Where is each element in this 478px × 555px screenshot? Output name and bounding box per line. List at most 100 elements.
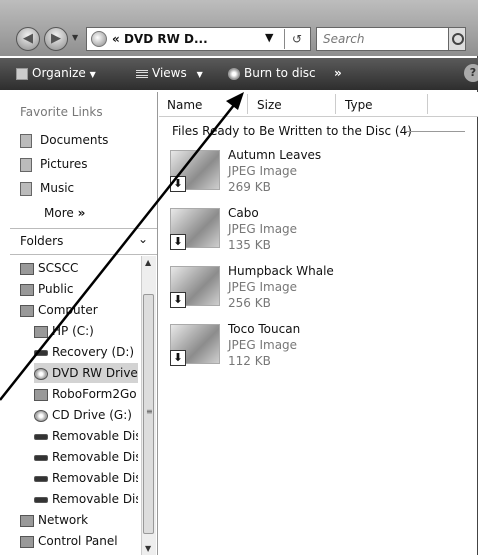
help-button[interactable]: ? [464, 64, 478, 82]
tree-item-cd-drive-g[interactable]: CD Drive (G:) [34, 405, 132, 425]
organize-label: Organize [32, 66, 86, 80]
tree-label: SCSCC [38, 261, 79, 275]
chevron-down-icon[interactable]: ⌄ [138, 232, 148, 246]
favorite-music[interactable]: Music [20, 178, 74, 198]
tree-item-removable-disk-2[interactable]: Removable Disk [34, 447, 138, 467]
column-separator[interactable] [335, 94, 336, 114]
search-icon[interactable] [448, 27, 466, 51]
tree-item-roboform[interactable]: RoboForm2Go [34, 384, 138, 404]
favorite-pictures[interactable]: Pictures [20, 154, 88, 174]
tree-item-recovery-d[interactable]: Recovery (D:) [34, 342, 134, 362]
tree-item-removable-disk-4[interactable]: Removable Disk [34, 489, 138, 509]
tree-item-removable-disk-3[interactable]: Removable Disk [34, 468, 138, 488]
chevron-down-icon: ▼ [196, 70, 203, 79]
pane-divider [10, 254, 157, 255]
file-size: 269 KB [228, 180, 271, 194]
burn-label: Burn to disc [244, 66, 316, 80]
search-placeholder: Search [323, 32, 365, 46]
tree-label: Computer [38, 303, 98, 317]
column-name[interactable]: Name [167, 98, 202, 112]
views-button[interactable]: Views ▼ [136, 66, 203, 80]
favorite-label: Documents [40, 133, 109, 147]
dvd-drive-icon [34, 367, 48, 380]
file-name: Cabo [228, 206, 259, 220]
forward-arrow-icon: ▶ [51, 31, 61, 46]
recent-pages-chevron-icon[interactable]: ▼ [72, 33, 78, 42]
command-toolbar: Organize ▼ Views ▼ Burn to disc » ? [0, 58, 478, 90]
usb-drive-icon [34, 388, 48, 401]
pending-burn-icon: ⬇ [170, 234, 186, 250]
column-separator[interactable] [247, 94, 248, 114]
tree-item-scscc[interactable]: SCSCC [20, 258, 78, 278]
forward-button[interactable]: ▶ [44, 27, 68, 51]
address-dropdown-icon[interactable]: ▼ [265, 31, 273, 44]
views-label: Views [152, 66, 187, 80]
tree-label: Network [38, 513, 89, 527]
file-name: Toco Toucan [228, 322, 301, 336]
file-type: JPEG Image [228, 280, 298, 294]
favorite-documents[interactable]: Documents [20, 130, 108, 150]
scrollbar-thumb[interactable]: ≡ [143, 294, 154, 534]
removable-drive-icon [34, 454, 48, 461]
control-panel-icon [20, 535, 34, 548]
folders-scrollbar[interactable]: ▲ ≡ ▼ [141, 256, 156, 555]
organize-icon [16, 67, 28, 80]
navigation-pane: Favorite Links Documents Pictures Music … [0, 92, 158, 555]
tree-item-hp-c[interactable]: HP (C:) [34, 321, 94, 341]
tree-label: Removable Disk [52, 450, 138, 464]
tree-label: CD Drive (G:) [52, 408, 132, 422]
refresh-icon[interactable]: ↺ [284, 29, 309, 49]
tree-item-public[interactable]: Public [20, 279, 74, 299]
tree-label: Public [38, 282, 74, 296]
document-icon [20, 133, 32, 148]
removable-drive-icon [34, 496, 48, 503]
group-header[interactable]: Files Ready to Be Written to the Disc (4… [172, 124, 412, 138]
pending-burn-icon: ⬇ [170, 292, 186, 308]
computer-icon [20, 304, 34, 317]
file-name: Autumn Leaves [228, 148, 322, 162]
hard-drive-icon [34, 325, 48, 338]
burn-to-disc-button[interactable]: Burn to disc [228, 66, 316, 80]
column-separator[interactable] [427, 94, 428, 114]
organize-button[interactable]: Organize ▼ [16, 66, 96, 80]
file-size: 256 KB [228, 296, 271, 310]
address-path-text[interactable]: DVD RW D... [124, 32, 208, 46]
address-path: « DVD RW D... [112, 32, 208, 46]
tree-item-control-panel[interactable]: Control Panel [20, 531, 118, 551]
folders-header[interactable]: Folders [20, 234, 63, 248]
file-size: 112 KB [228, 354, 271, 368]
file-item-autumn-leaves[interactable]: ⬇ Autumn Leaves JPEG Image 269 KB [170, 148, 470, 206]
tree-item-network[interactable]: Network [20, 510, 88, 530]
column-size[interactable]: Size [257, 98, 282, 112]
favorite-label: Music [40, 181, 75, 195]
removable-drive-icon [34, 433, 48, 440]
user-folder-icon [20, 262, 34, 275]
views-icon [136, 69, 148, 78]
network-icon [20, 514, 34, 527]
tree-label: DVD RW Drive [52, 366, 138, 380]
column-type[interactable]: Type [345, 98, 373, 112]
tree-item-removable-disk-1[interactable]: Removable Disk [34, 426, 138, 446]
scroll-up-icon[interactable]: ▲ [145, 258, 151, 267]
scroll-down-icon[interactable]: ▼ [145, 544, 151, 553]
cd-drive-icon [34, 409, 48, 422]
more-label: More [44, 206, 74, 220]
file-type: JPEG Image [228, 222, 298, 236]
back-button[interactable]: ◀ [16, 27, 40, 51]
tree-item-dvd-rw-drive[interactable]: DVD RW Drive [34, 363, 138, 383]
column-headers: Name Size Type [159, 92, 478, 117]
tree-label: HP (C:) [52, 324, 94, 338]
more-link[interactable]: More » [44, 206, 85, 220]
toolbar-overflow-button[interactable]: » [334, 66, 342, 80]
file-item-cabo[interactable]: ⬇ Cabo JPEG Image 135 KB [170, 206, 470, 264]
search-input[interactable]: Search [316, 27, 466, 51]
file-item-toco-toucan[interactable]: ⬇ Toco Toucan JPEG Image 112 KB [170, 322, 470, 380]
tree-item-computer[interactable]: Computer [20, 300, 98, 320]
file-item-humpback-whale[interactable]: ⬇ Humpback Whale JPEG Image 256 KB [170, 264, 470, 322]
breadcrumb-prefix: « [112, 32, 120, 46]
tree-label: RoboForm2Go [52, 387, 137, 401]
double-chevron-icon: » [77, 206, 86, 220]
tree-label: Removable Disk [52, 471, 138, 485]
address-box[interactable]: « DVD RW D... ▼ ↺ [86, 27, 311, 51]
removable-drive-icon [34, 475, 48, 482]
